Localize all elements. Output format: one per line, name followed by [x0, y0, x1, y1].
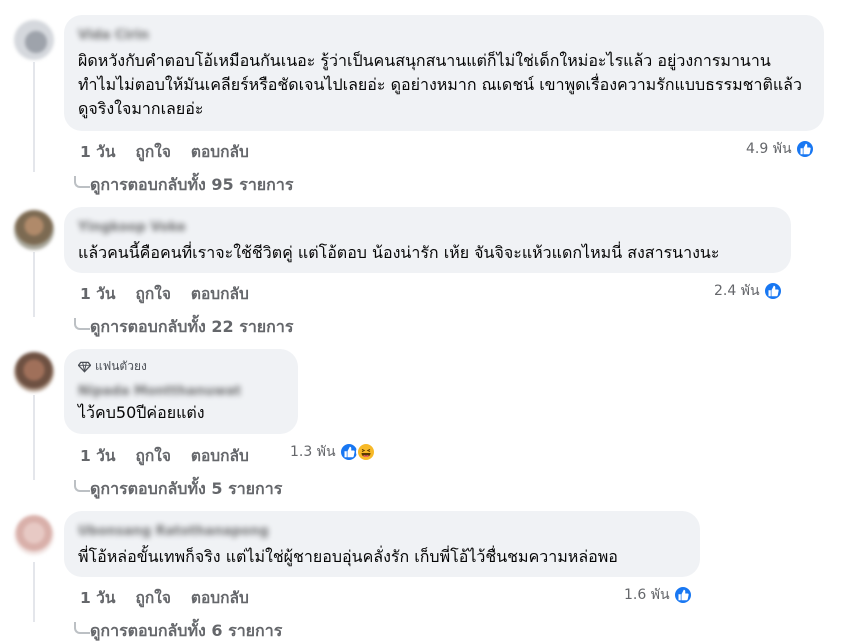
- comment-time[interactable]: 1 วัน: [80, 443, 115, 468]
- comment-bubble: Vida Cirin ผิดหวังกับคำตอบโอ้เหมือนกันเน…: [64, 15, 824, 131]
- like-icon: [672, 585, 693, 605]
- reply-button[interactable]: ตอบกลับ: [191, 281, 249, 306]
- view-replies-label: ดูการตอบกลับทั้ง 22 รายการ: [90, 317, 294, 336]
- comment-bubble: Yingkoop Voke แล้วคนนี้คือคนที่เราจะใช้ช…: [64, 207, 791, 273]
- comment-text: ผิดหวังกับคำตอบโอ้เหมือนกันเนอะ รู้ว่าเป…: [78, 51, 802, 118]
- avatar[interactable]: [14, 210, 54, 250]
- comment-time[interactable]: 1 วัน: [80, 585, 115, 610]
- avatar[interactable]: [14, 20, 54, 60]
- view-replies-link[interactable]: ดูการตอบกลับทั้ง 22 รายการ: [74, 315, 293, 340]
- comment-time[interactable]: 1 วัน: [80, 281, 115, 306]
- diamond-icon: [78, 361, 91, 373]
- comment-text: แล้วคนนี้คือคนที่เราจะใช้ชีวิตคู่ แต่โอ้…: [78, 243, 720, 262]
- fan-badge-label: แฟนตัวยง: [95, 359, 147, 373]
- reaction-count: 2.4 พัน: [714, 283, 760, 299]
- view-replies-link[interactable]: ดูการตอบกลับทั้ง 95 รายการ: [74, 173, 293, 198]
- reply-arrow-icon: [74, 317, 90, 330]
- like-button[interactable]: ถูกใจ: [135, 585, 170, 610]
- comment-bubble: แฟนตัวยง Nipada Montthanuwat ไว้คบ50ปีค่…: [64, 349, 298, 434]
- reaction-summary[interactable]: 2.4 พัน: [714, 280, 783, 302]
- reaction-count: 1.6 พัน: [624, 587, 670, 603]
- reaction-summary[interactable]: 1.6 พัน: [624, 584, 693, 606]
- avatar[interactable]: [14, 352, 54, 392]
- like-button[interactable]: ถูกใจ: [135, 139, 170, 164]
- thread-line: [33, 562, 35, 622]
- comment-text: พี่โอ้หล่อขั้นเทพก็จริง แต่ไม่ใช่ผู้ชายอ…: [78, 547, 618, 566]
- view-replies-label: ดูการตอบกลับทั้ง 6 รายการ: [90, 621, 283, 640]
- comment-author[interactable]: Vida Cirin: [78, 28, 149, 43]
- like-button[interactable]: ถูกใจ: [135, 443, 170, 468]
- comment-author[interactable]: Nipada Montthanuwat: [78, 384, 241, 399]
- view-replies-label: ดูการตอบกลับทั้ง 95 รายการ: [90, 175, 294, 194]
- comment-actions: 1 วัน ถูกใจ ตอบกลับ: [80, 585, 249, 610]
- comment-time[interactable]: 1 วัน: [80, 139, 115, 164]
- like-button[interactable]: ถูกใจ: [135, 281, 170, 306]
- reaction-summary[interactable]: 4.9 พัน: [746, 138, 815, 160]
- haha-icon: [355, 442, 376, 462]
- reaction-count: 1.3 พัน: [290, 444, 336, 460]
- avatar[interactable]: [14, 515, 54, 555]
- reaction-count: 4.9 พัน: [746, 141, 792, 157]
- like-icon: [762, 281, 783, 301]
- comment-author[interactable]: Yingkoop Voke: [78, 220, 186, 235]
- reply-arrow-icon: [74, 175, 90, 188]
- comment-actions: 1 วัน ถูกใจ ตอบกลับ: [80, 443, 249, 468]
- comment-bubble: Ubonsang Ratothanapong พี่โอ้หล่อขั้นเทพ…: [64, 511, 700, 577]
- reply-button[interactable]: ตอบกลับ: [191, 585, 249, 610]
- thread-line: [33, 252, 35, 317]
- like-icon: [794, 139, 815, 159]
- reply-button[interactable]: ตอบกลับ: [191, 443, 249, 468]
- view-replies-label: ดูการตอบกลับทั้ง 5 รายการ: [90, 479, 283, 498]
- reply-button[interactable]: ตอบกลับ: [191, 139, 249, 164]
- thread-line: [33, 395, 35, 480]
- view-replies-link[interactable]: ดูการตอบกลับทั้ง 6 รายการ: [74, 619, 282, 644]
- comment-actions: 1 วัน ถูกใจ ตอบกลับ: [80, 281, 249, 306]
- comment-text: ไว้คบ50ปีค่อยแต่ง: [78, 403, 205, 422]
- fan-badge[interactable]: แฟนตัวยง: [78, 357, 284, 376]
- view-replies-link[interactable]: ดูการตอบกลับทั้ง 5 รายการ: [74, 477, 282, 502]
- reply-arrow-icon: [74, 479, 90, 492]
- comment-actions: 1 วัน ถูกใจ ตอบกลับ: [80, 139, 249, 164]
- thread-line: [33, 62, 35, 172]
- reaction-summary[interactable]: 1.3 พัน: [290, 441, 376, 463]
- reply-arrow-icon: [74, 621, 90, 634]
- comment-author[interactable]: Ubonsang Ratothanapong: [78, 524, 269, 539]
